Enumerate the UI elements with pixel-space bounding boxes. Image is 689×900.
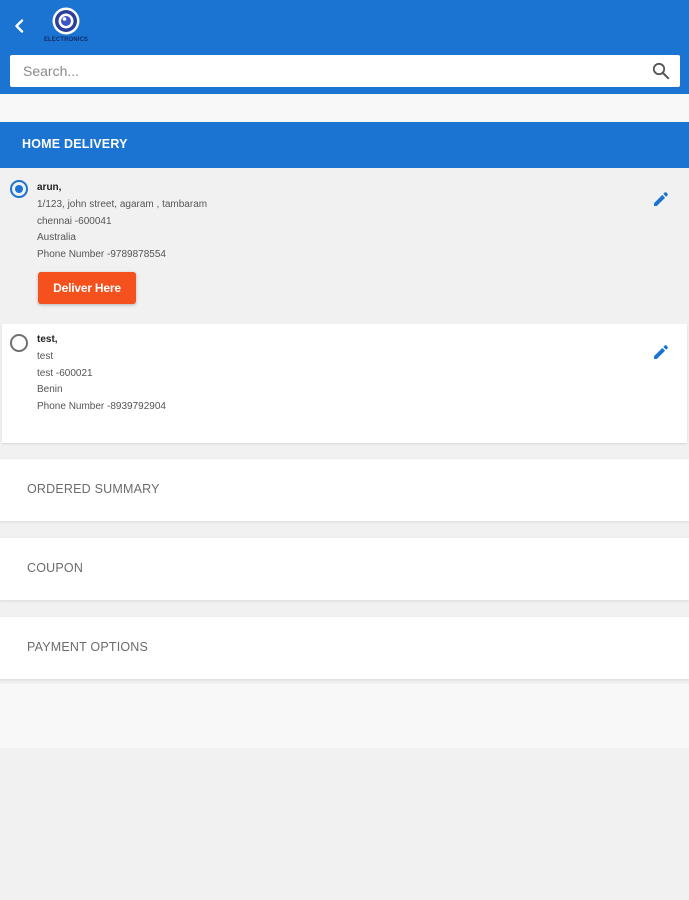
address-name: test, bbox=[37, 334, 58, 345]
address-line1: 1/123, john street, agaram , tambaram bbox=[37, 198, 208, 210]
address-line2: test -600021 bbox=[37, 367, 93, 379]
address-phone: Phone Number -8939792904 bbox=[37, 401, 166, 413]
address-line1: test bbox=[37, 350, 54, 362]
ordered-summary-label: ORDERED SUMMARY bbox=[27, 482, 160, 496]
deliver-here-button[interactable]: Deliver Here bbox=[38, 272, 136, 304]
address-name: arun, bbox=[37, 182, 62, 193]
coupon-label: COUPON bbox=[27, 561, 84, 575]
section-title: HOME DELIVERY bbox=[22, 137, 128, 151]
search-button[interactable] bbox=[652, 62, 670, 80]
chevron-left-icon bbox=[15, 19, 24, 33]
address-line2: chennai -600041 bbox=[37, 215, 112, 227]
pencil-icon bbox=[654, 192, 668, 206]
search-input[interactable] bbox=[10, 55, 630, 87]
address-radio-selected[interactable] bbox=[10, 180, 28, 198]
edit-address-button[interactable] bbox=[650, 341, 672, 363]
back-button[interactable] bbox=[8, 14, 30, 38]
address-details: test, test test -600021 Benin Phone Numb… bbox=[37, 332, 166, 416]
address-details: arun, 1/123, john street, agaram , tamba… bbox=[37, 180, 207, 264]
payment-options-label: PAYMENT OPTIONS bbox=[27, 640, 149, 654]
header-spacer bbox=[0, 94, 689, 122]
top-app-bar: ELECTRONICS bbox=[0, 0, 689, 94]
address-country: Benin bbox=[37, 384, 63, 396]
address-card[interactable]: test, test test -600021 Benin Phone Numb… bbox=[2, 324, 687, 443]
logo-caption: ELECTRONICS bbox=[43, 37, 89, 43]
home-delivery-header: HOME DELIVERY bbox=[0, 122, 689, 168]
address-phone: Phone Number -9789878554 bbox=[37, 249, 166, 261]
coupon-panel[interactable]: COUPON bbox=[0, 538, 689, 600]
footer-area bbox=[0, 684, 689, 748]
ordered-summary-panel[interactable]: ORDERED SUMMARY bbox=[0, 459, 689, 521]
address-card-selected[interactable]: arun, 1/123, john street, agaram , tamba… bbox=[0, 168, 689, 322]
pencil-icon bbox=[654, 345, 668, 359]
logo-emblem-icon bbox=[52, 7, 80, 35]
brand-logo[interactable]: ELECTRONICS bbox=[37, 6, 95, 50]
address-country: Australia bbox=[37, 232, 76, 244]
address-radio[interactable] bbox=[10, 334, 28, 352]
payment-options-panel[interactable]: PAYMENT OPTIONS bbox=[0, 617, 689, 679]
search-bar bbox=[10, 55, 680, 87]
edit-address-button[interactable] bbox=[650, 188, 672, 210]
search-icon bbox=[652, 62, 670, 80]
